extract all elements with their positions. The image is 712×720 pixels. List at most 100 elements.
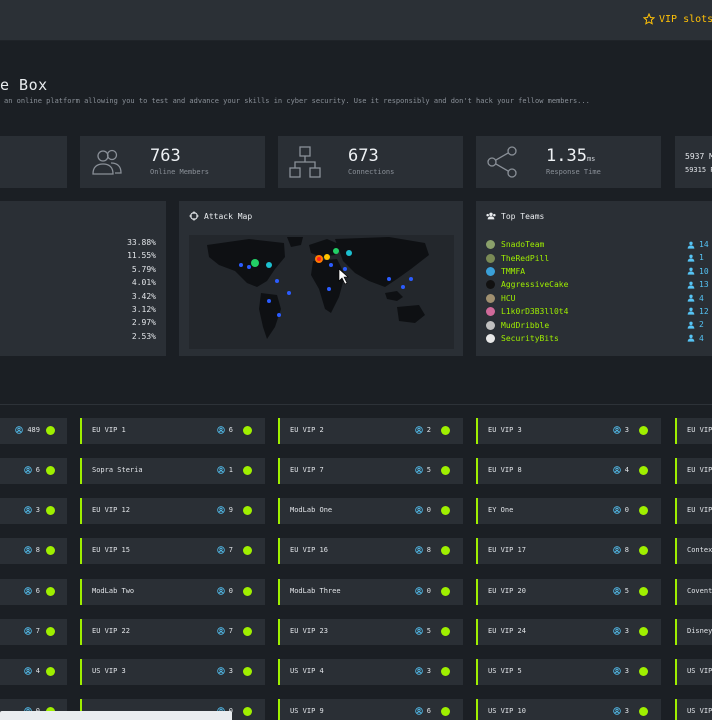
team-item[interactable]: SnadoTeam 14 — [486, 238, 712, 251]
team-name[interactable]: SnadoTeam — [501, 240, 544, 249]
server-card[interactable]: US VIP 4 3 — [278, 659, 463, 685]
server-user-count: 3 — [613, 627, 629, 635]
server-name: US VIP 4 — [290, 667, 324, 675]
top-teams-panel: Top Teams SnadoTeam 14 TheRedPill 1 TMMFA 10 A… — [476, 201, 712, 356]
server-card[interactable]: 6 — [0, 579, 67, 605]
server-name: Covent — [687, 587, 712, 595]
team-name[interactable]: TMMFA — [501, 267, 525, 276]
server-card[interactable]: EU VIP 1 6 — [80, 418, 265, 444]
status-dot — [243, 506, 252, 515]
server-card[interactable]: 8 — [0, 538, 67, 564]
user-circle-icon — [415, 506, 423, 514]
server-card[interactable]: 489 — [0, 418, 67, 444]
server-card[interactable]: Sopra Steria 1 — [80, 458, 265, 484]
team-item[interactable]: MudDribble 2 — [486, 318, 712, 331]
server-card[interactable]: EU VIP 23 5 — [278, 619, 463, 645]
server-name: EU VIP — [687, 506, 712, 514]
server-card[interactable]: 6 — [0, 458, 67, 484]
status-dot — [46, 667, 55, 676]
server-card[interactable]: US VIP — [675, 659, 712, 685]
user-circle-icon — [217, 546, 225, 554]
team-item[interactable]: HCU 4 — [486, 292, 712, 305]
server-card[interactable]: EU VIP 20 5 — [476, 579, 661, 605]
server-card[interactable]: EU VIP 3 3 — [476, 418, 661, 444]
stat-label: Online Members — [150, 168, 210, 176]
team-item[interactable]: TheRedPill 1 — [486, 251, 712, 264]
server-card[interactable]: EU VIP 22 7 — [80, 619, 265, 645]
user-circle-icon — [217, 627, 225, 635]
status-dot — [46, 627, 55, 636]
percentage-item: 3.42% — [131, 291, 156, 301]
server-card[interactable]: 3 — [0, 498, 67, 524]
server-card[interactable]: ModLab Two 0 — [80, 579, 265, 605]
team-name[interactable]: HCU — [501, 294, 515, 303]
server-user-count: 6 — [24, 587, 40, 595]
network-icon — [289, 146, 321, 178]
server-card[interactable]: EU VIP — [675, 498, 712, 524]
user-icon — [687, 294, 695, 302]
server-card[interactable]: EU VIP 17 8 — [476, 538, 661, 564]
user-icon — [687, 254, 695, 262]
server-card[interactable]: ModLab One 0 — [278, 498, 463, 524]
status-dot — [46, 466, 55, 475]
status-dot — [243, 587, 252, 596]
server-card[interactable]: 7 — [0, 619, 67, 645]
server-card[interactable]: EU VIP 24 3 — [476, 619, 661, 645]
server-card[interactable]: EU VIP 12 9 — [80, 498, 265, 524]
server-card[interactable]: US VIP 10 3 — [476, 699, 661, 720]
percentage-item: 2.53% — [131, 331, 156, 341]
team-name[interactable]: L1k0rD3B3ll0t4 — [501, 307, 568, 316]
user-circle-icon — [613, 426, 621, 434]
team-name[interactable]: AggressiveCake — [501, 280, 568, 289]
server-user-count: 8 — [415, 546, 431, 554]
server-name: US VIP 3 — [92, 667, 126, 675]
server-name: ModLab Two — [92, 587, 135, 595]
user-circle-icon — [613, 466, 621, 474]
stat-value: 763 — [150, 146, 181, 166]
server-user-count: 7 — [24, 627, 40, 635]
server-card[interactable]: EU VIP 15 7 — [80, 538, 265, 564]
server-card[interactable]: US VIP 3 3 — [80, 659, 265, 685]
stat-response-time: 1.35ms Response Time — [476, 136, 661, 188]
server-card[interactable]: 4 — [0, 659, 67, 685]
vip-slots-link[interactable]: VIP slots l — [643, 13, 712, 25]
team-name[interactable]: TheRedPill — [501, 254, 549, 263]
server-card[interactable]: Covent — [675, 579, 712, 605]
percentage-item: 33.88% — [127, 238, 156, 247]
top-navbar: VIP slots l — [0, 0, 712, 41]
server-name: EU VIP 8 — [488, 466, 522, 474]
server-card[interactable]: EU VIP 16 8 — [278, 538, 463, 564]
attack-map[interactable] — [189, 235, 454, 349]
user-circle-icon — [613, 707, 621, 715]
status-dot — [243, 546, 252, 555]
team-name[interactable]: MudDribble — [501, 321, 549, 330]
server-card[interactable]: EU VIP 8 4 — [476, 458, 661, 484]
server-card[interactable]: EU VIP 2 2 — [278, 418, 463, 444]
status-dot — [441, 426, 450, 435]
team-item[interactable]: TMMFA 10 — [486, 265, 712, 278]
server-card[interactable]: EU VIP — [675, 458, 712, 484]
team-item[interactable]: L1k0rD3B3ll0t4 12 — [486, 305, 712, 318]
server-card[interactable]: US VIP 5 3 — [476, 659, 661, 685]
team-item[interactable]: SecurityBits 4 — [486, 332, 712, 345]
user-circle-icon — [15, 426, 24, 434]
server-card[interactable]: Contex — [675, 538, 712, 564]
server-card[interactable]: US VIP 9 6 — [278, 699, 463, 720]
page-title: e Box — [0, 76, 48, 94]
team-name[interactable]: SecurityBits — [501, 334, 559, 343]
status-dot — [46, 506, 55, 515]
share-icon — [487, 146, 517, 178]
user-circle-icon — [415, 546, 423, 554]
server-card[interactable]: ModLab Three 0 — [278, 579, 463, 605]
server-card[interactable]: EU VIP — [675, 418, 712, 444]
users-icon — [486, 212, 496, 220]
server-user-count: 489 — [15, 426, 40, 434]
server-name: EU VIP — [687, 426, 712, 434]
server-card[interactable]: EU VIP 7 5 — [278, 458, 463, 484]
team-item[interactable]: AggressiveCake 13 — [486, 278, 712, 291]
user-circle-icon — [415, 587, 423, 595]
server-card[interactable]: EY One 0 — [476, 498, 661, 524]
server-card[interactable]: US VIP — [675, 699, 712, 720]
server-card[interactable]: Disney — [675, 619, 712, 645]
server-user-count: 0 — [613, 506, 629, 514]
